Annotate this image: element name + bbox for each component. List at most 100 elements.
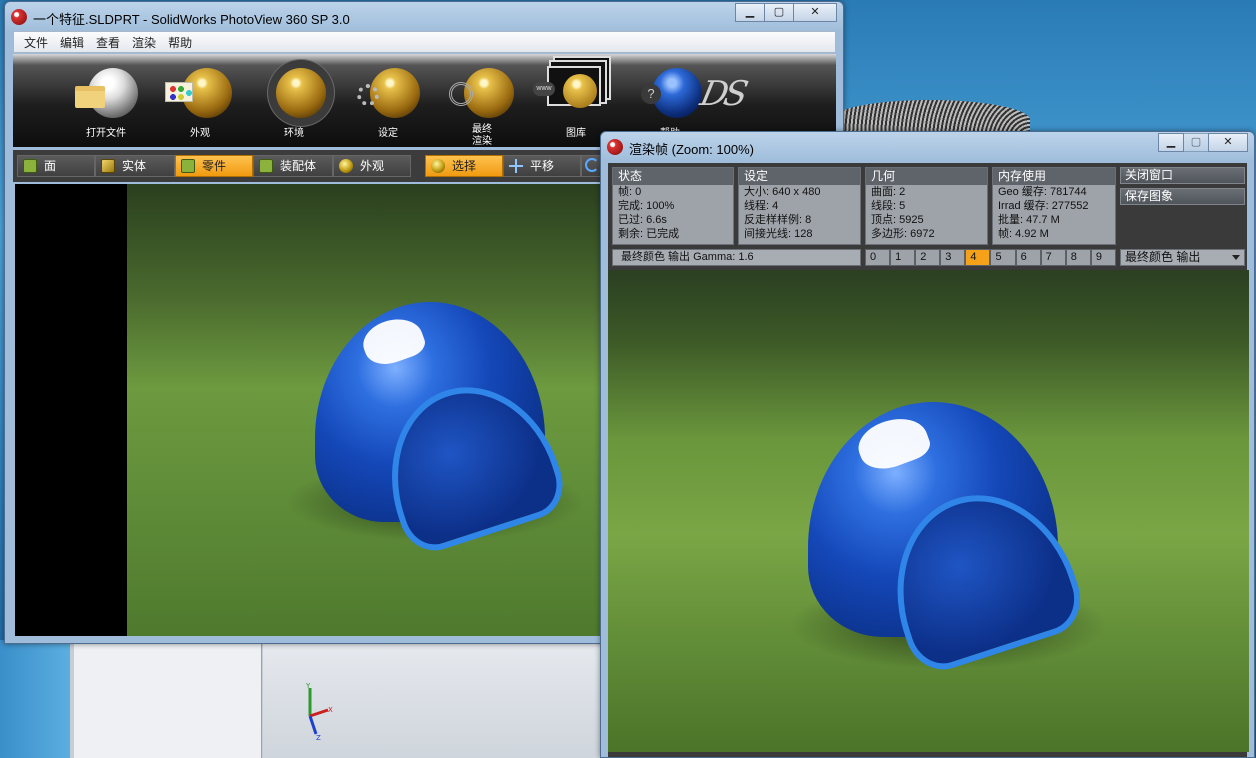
render-maximize-button: ▢ (1183, 133, 1209, 152)
frame-4[interactable]: 4 (965, 249, 991, 266)
tab-part[interactable]: 零件 (175, 155, 253, 177)
render-caption-buttons: ▁ ▢ ✕ (1158, 133, 1248, 152)
select-icon (431, 159, 445, 173)
frame-2[interactable]: 2 (915, 249, 941, 266)
pan-icon (509, 159, 523, 173)
render-frame-window: 渲染帧 (Zoom: 100%) ▁ ▢ ✕ 状态 帧: 0 完成: 100% … (600, 131, 1255, 758)
save-image-button[interactable]: 保存图象 (1120, 188, 1245, 205)
ds-logo: DS (696, 74, 748, 114)
memory-header: 内存使用 (993, 168, 1115, 185)
tab-select[interactable]: 选择 (425, 155, 503, 177)
geometry-panel: 几何 曲面: 2 线段: 5 顶点: 5925 多边形: 6972 (865, 167, 988, 245)
minimize-button[interactable]: ▁ (735, 3, 765, 22)
rotate-button[interactable] (581, 155, 601, 177)
axis-triad-icon: Y X Z (305, 682, 333, 742)
appearance-button[interactable]: 外观 (165, 60, 235, 146)
frame-6[interactable]: 6 (1015, 249, 1041, 266)
menu-edit[interactable]: 编辑 (54, 34, 90, 51)
feature-tree-panel (74, 640, 262, 758)
close-button[interactable]: ✕ (793, 3, 837, 22)
title-bar[interactable]: 一个特征.SLDPRT - SolidWorks PhotoView 360 S… (5, 2, 843, 30)
status-frame: 帧: 0 (618, 186, 642, 198)
settings-antialias: 反走样样例: 8 (744, 214, 812, 226)
frame-7[interactable]: 7 (1040, 249, 1066, 266)
frame-1[interactable]: 1 (890, 249, 916, 266)
final-render-label: 最终 渲染 (472, 124, 492, 147)
svg-text:Z: Z (316, 734, 321, 742)
maximize-button[interactable]: ▢ (764, 3, 794, 22)
tab-appearance[interactable]: 外观 (333, 155, 411, 177)
environment-button[interactable]: 环境 (259, 60, 329, 146)
viewport-letterbox (15, 184, 127, 636)
appearance-dot-icon (339, 159, 353, 173)
geometry-surfaces: 曲面: 2 (871, 186, 906, 198)
final-render-button[interactable]: 最终 渲染 (447, 60, 517, 147)
tab-body-label: 实体 (122, 159, 147, 173)
close-window-button[interactable]: 关闭窗口 (1120, 167, 1245, 184)
rotate-icon (585, 158, 599, 172)
window-title: 一个特征.SLDPRT - SolidWorks PhotoView 360 S… (33, 12, 350, 27)
memory-irrad-cache: Irrad 缓存: 277552 (998, 200, 1089, 212)
tab-pan[interactable]: 平移 (503, 155, 581, 177)
frame-8[interactable]: 8 (1065, 249, 1091, 266)
tab-assembly-label: 装配体 (280, 159, 317, 173)
tab-face-label: 面 (44, 159, 57, 173)
memory-batch: 批量: 47.7 M (998, 214, 1060, 226)
geometry-segments: 线段: 5 (871, 200, 906, 212)
render-close-button[interactable]: ✕ (1208, 133, 1248, 152)
tab-assembly[interactable]: 装配体 (253, 155, 333, 177)
render-window-body: 状态 帧: 0 完成: 100% 已过: 6.6s 剩余: 已完成 设定 大小:… (608, 163, 1249, 757)
frame-5[interactable]: 5 (990, 249, 1016, 266)
tab-select-label: 选择 (452, 159, 477, 173)
geometry-vertices: 顶点: 5925 (871, 214, 924, 226)
tab-body[interactable]: 实体 (95, 155, 175, 177)
frame-3[interactable]: 3 (940, 249, 966, 266)
open-file-button[interactable]: 打开文件 (71, 60, 141, 146)
settings-label: 设定 (378, 128, 398, 139)
tab-part-label: 零件 (202, 159, 227, 173)
memory-frame: 帧: 4.92 M (998, 228, 1049, 240)
rendered-blue-helmet (788, 390, 1108, 679)
status-complete: 完成: 100% (618, 200, 675, 212)
menu-help[interactable]: 帮助 (162, 34, 198, 51)
menu-render[interactable]: 渲染 (126, 34, 162, 51)
geometry-polygons: 多边形: 6972 (871, 228, 935, 240)
status-panel: 状态 帧: 0 完成: 100% 已过: 6.6s 剩余: 已完成 (612, 167, 734, 245)
status-elapsed: 已过: 6.6s (618, 214, 667, 226)
svg-text:X: X (328, 706, 333, 714)
render-minimize-button[interactable]: ▁ (1158, 133, 1184, 152)
gamma-output-label: 最终颜色 输出 Gamma: 1.6 (612, 249, 861, 266)
settings-threads: 线程: 4 (744, 200, 779, 212)
part-icon (181, 159, 195, 173)
settings-button[interactable]: 设定 (353, 60, 423, 146)
memory-geo-cache: Geo 缓存: 781744 (998, 186, 1087, 198)
menu-bar: 文件 编辑 查看 渲染 帮助 (13, 31, 836, 53)
menu-file[interactable]: 文件 (18, 34, 54, 51)
environment-icon (276, 68, 326, 118)
open-file-label: 打开文件 (86, 128, 126, 139)
assembly-icon (259, 159, 273, 173)
rendered-image (608, 270, 1249, 752)
tab-appearance-label: 外观 (360, 159, 385, 173)
output-select-value: 最终颜色 输出 (1125, 250, 1201, 264)
body-icon (101, 159, 115, 173)
menu-view[interactable]: 查看 (90, 34, 126, 51)
appearance-label: 外观 (190, 128, 210, 139)
output-select[interactable]: 最终颜色 输出 (1120, 249, 1245, 266)
render-title-bar[interactable]: 渲染帧 (Zoom: 100%) ▁ ▢ ✕ (601, 132, 1254, 160)
gold-sphere-icon (563, 74, 597, 108)
frame-0[interactable]: 0 (865, 249, 891, 266)
appearance-icon (165, 82, 193, 102)
frame-9[interactable]: 9 (1090, 249, 1116, 266)
photoview-logo-icon (11, 9, 27, 25)
status-header: 状态 (613, 168, 733, 185)
memory-panel: 内存使用 Geo 缓存: 781744 Irrad 缓存: 277552 批量:… (992, 167, 1116, 245)
open-file-icon (75, 86, 105, 108)
svg-text:Y: Y (305, 682, 311, 690)
settings-indirect-rays: 间接光线: 128 (744, 228, 813, 240)
render-window-title: 渲染帧 (Zoom: 100%) (629, 142, 754, 157)
face-icon (23, 159, 37, 173)
settings-header: 设定 (739, 168, 860, 185)
tab-pan-label: 平移 (530, 159, 555, 173)
tab-face[interactable]: 面 (17, 155, 95, 177)
